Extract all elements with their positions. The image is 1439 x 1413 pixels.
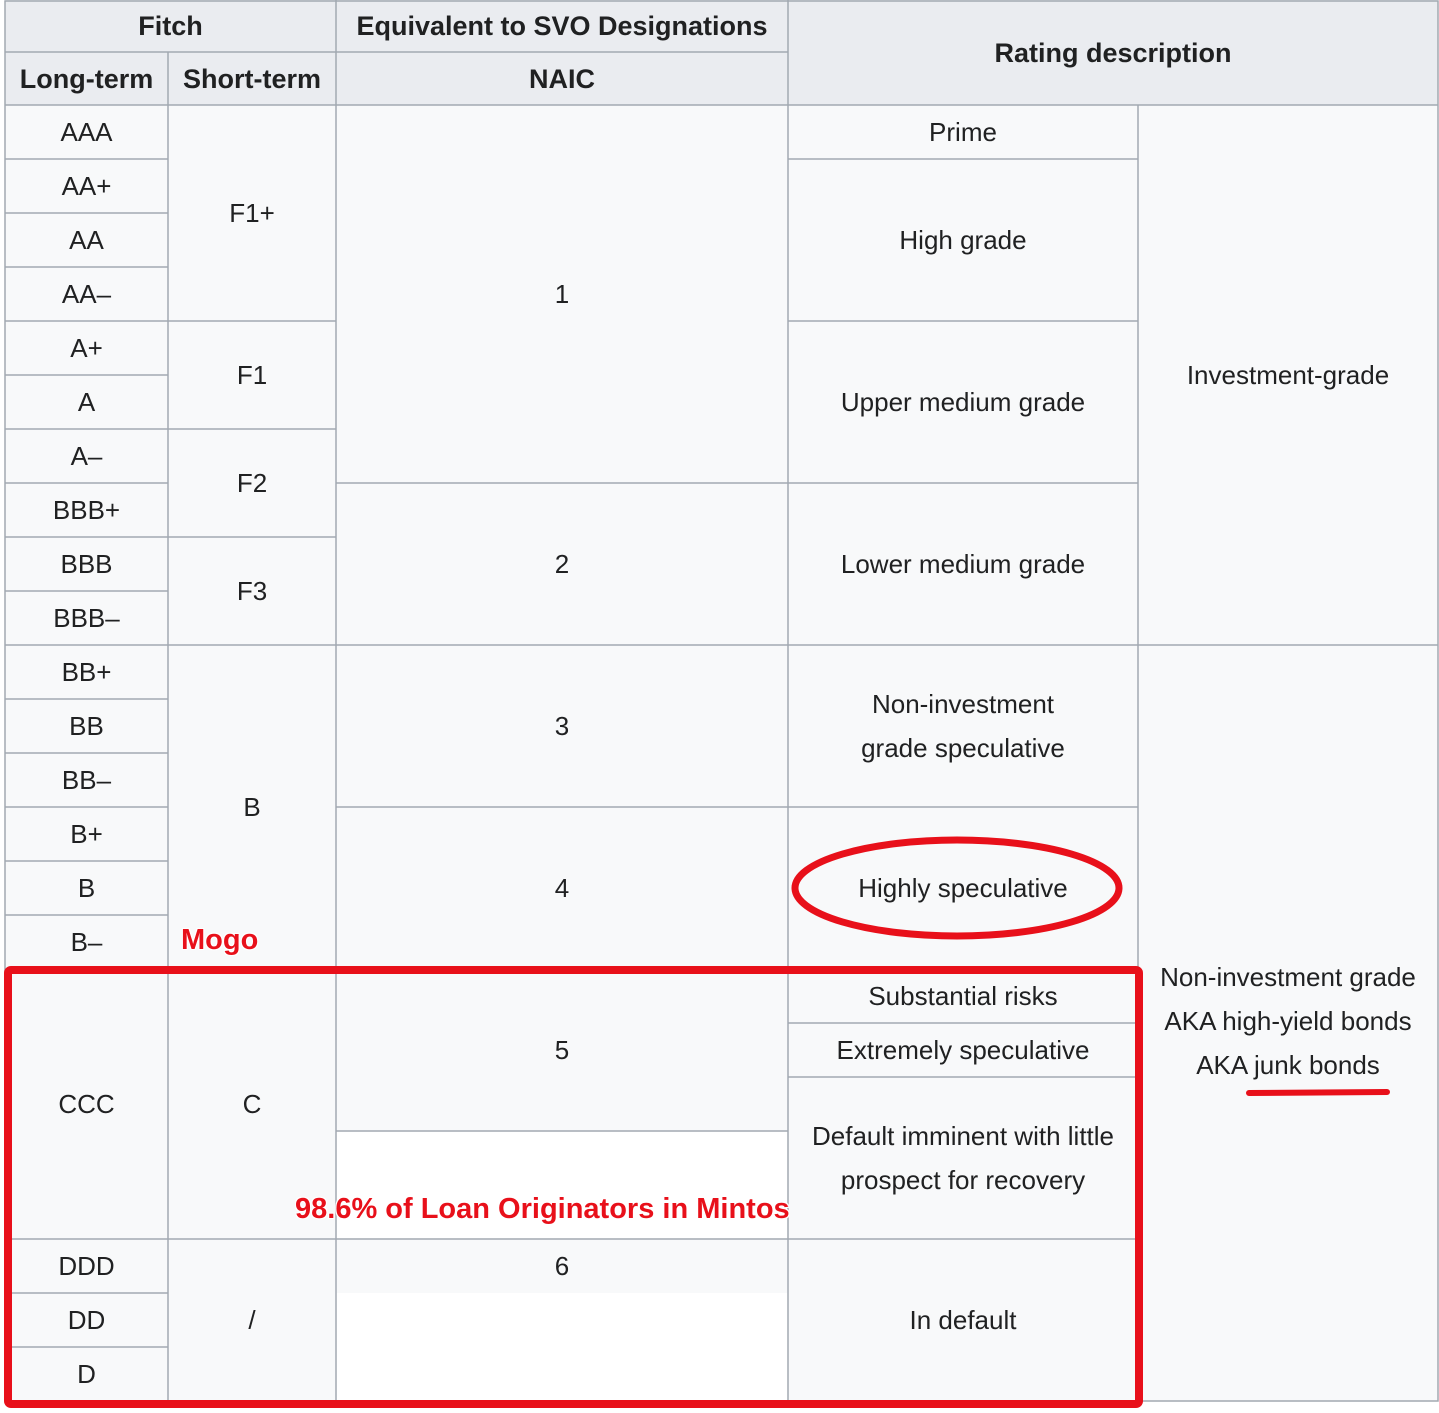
naic-cell: 6 bbox=[336, 1239, 788, 1293]
short-term-cell: F1 bbox=[168, 321, 336, 429]
naic-cell: 3 bbox=[336, 645, 788, 807]
short-term-cell: F1+ bbox=[168, 105, 336, 321]
description-cell: Upper medium grade bbox=[788, 321, 1138, 483]
junk-bonds-link[interactable]: junk bonds bbox=[1254, 1050, 1380, 1080]
long-term-cell: CCC bbox=[5, 969, 168, 1239]
header-fitch: Fitch bbox=[5, 0, 336, 52]
short-term-cell: B bbox=[168, 645, 336, 969]
description-cell: In default bbox=[788, 1239, 1138, 1401]
long-term-cell: BB+ bbox=[5, 645, 168, 699]
header-svo: Equivalent to SVO Designations bbox=[336, 0, 788, 52]
header-naic: NAIC bbox=[336, 52, 788, 105]
long-term-cell: B+ bbox=[5, 807, 168, 861]
long-term-cell: BBB+ bbox=[5, 483, 168, 537]
long-term-cell: DDD bbox=[5, 1239, 168, 1293]
aka-prefix: AKA bbox=[1196, 1050, 1255, 1080]
naic-cell: 4 bbox=[336, 807, 788, 969]
naic-cell: 5 bbox=[336, 969, 788, 1131]
long-term-cell: D bbox=[5, 1347, 168, 1401]
long-term-cell: AA bbox=[5, 213, 168, 267]
description-cell: Extremely speculative bbox=[788, 1023, 1138, 1077]
naic-cell: 1 bbox=[336, 105, 788, 483]
long-term-cell: B– bbox=[5, 915, 168, 969]
category-non-investment-line2: AKA high-yield bonds bbox=[1164, 1006, 1412, 1036]
long-term-cell: AAA bbox=[5, 105, 168, 159]
mogo-annotation: Mogo bbox=[181, 924, 259, 956]
long-term-cell: A bbox=[5, 375, 168, 429]
long-term-cell: BBB bbox=[5, 537, 168, 591]
long-term-cell: BB– bbox=[5, 753, 168, 807]
category-non-investment-line1: Non-investment grade bbox=[1160, 962, 1416, 992]
description-cell: Lower medium grade bbox=[788, 483, 1138, 645]
long-term-cell: A+ bbox=[5, 321, 168, 375]
short-term-cell: F3 bbox=[168, 537, 336, 645]
header-long-term: Long-term bbox=[5, 52, 168, 105]
description-cell: High grade bbox=[788, 159, 1138, 321]
long-term-cell: DD bbox=[5, 1293, 168, 1347]
category-non-investment-line3: AKA junk bonds bbox=[1196, 1043, 1380, 1087]
short-term-cell: / bbox=[168, 1239, 336, 1401]
long-term-cell: BB bbox=[5, 699, 168, 753]
description-cell: Non-investment grade speculative bbox=[788, 645, 1138, 807]
description-cell: Default imminent with little prospect fo… bbox=[788, 1077, 1138, 1239]
long-term-cell: B bbox=[5, 861, 168, 915]
mintos-annotation: 98.6% of Loan Originators in Mintos bbox=[295, 1193, 790, 1225]
naic-cell: 2 bbox=[336, 483, 788, 645]
header-rating-description: Rating description bbox=[788, 0, 1438, 105]
long-term-cell: A– bbox=[5, 429, 168, 483]
short-term-cell: F2 bbox=[168, 429, 336, 537]
category-investment-grade: Investment-grade bbox=[1138, 105, 1438, 645]
description-cell: Highly speculative bbox=[788, 807, 1138, 969]
long-term-cell: BBB– bbox=[5, 591, 168, 645]
category-non-investment-grade: Non-investment grade AKA high-yield bond… bbox=[1138, 645, 1438, 1401]
description-cell: Substantial risks bbox=[788, 969, 1138, 1023]
header-short-term: Short-term bbox=[168, 52, 336, 105]
description-cell: Prime bbox=[788, 105, 1138, 159]
long-term-cell: AA– bbox=[5, 267, 168, 321]
long-term-cell: AA+ bbox=[5, 159, 168, 213]
